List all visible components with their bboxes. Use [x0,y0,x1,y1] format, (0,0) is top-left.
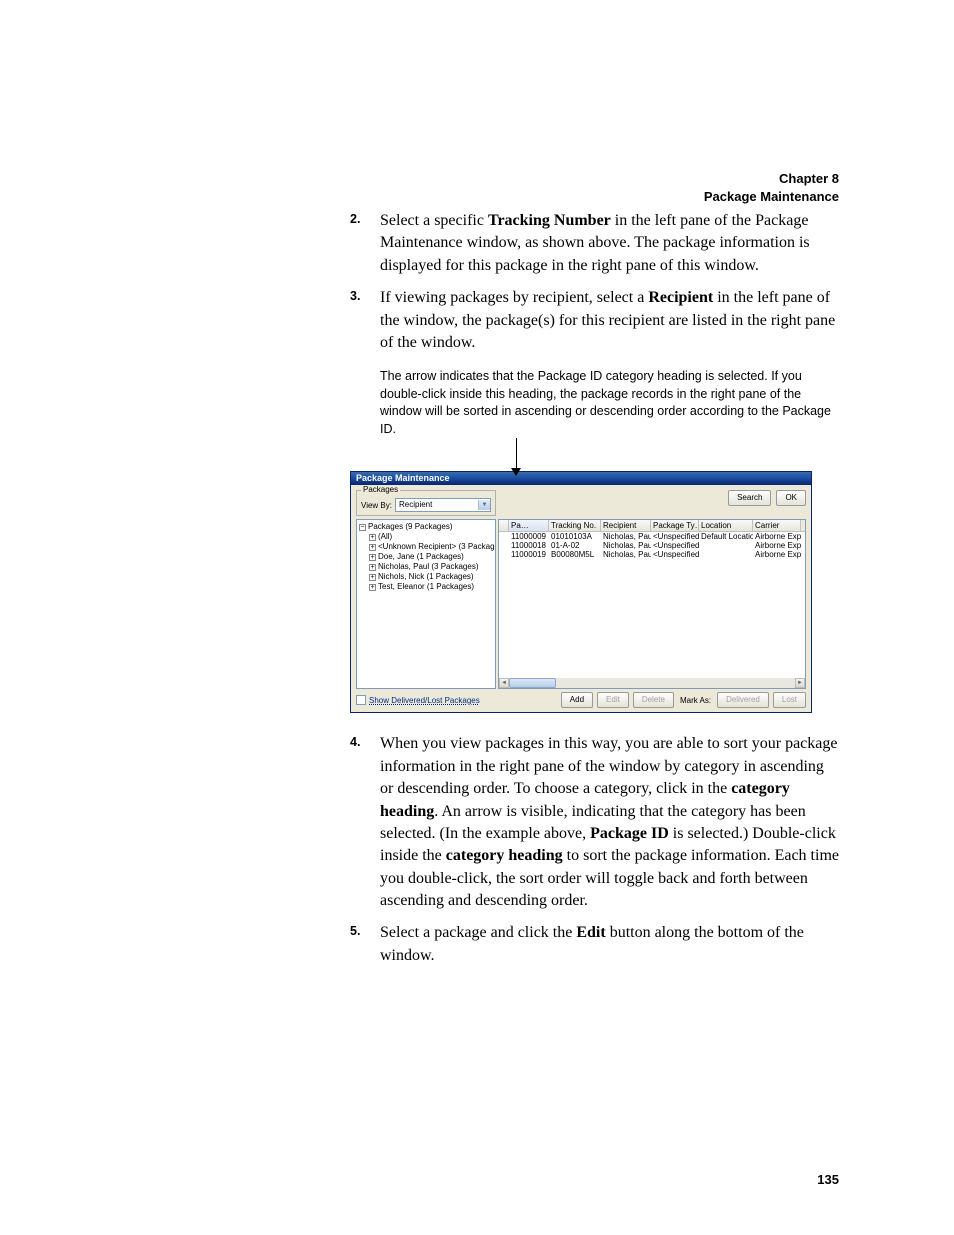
arrow-down-icon [511,468,521,476]
chevron-down-icon[interactable]: ▼ [478,500,490,510]
delivered-button[interactable]: Delivered [717,692,769,708]
viewby-label: View By: [361,501,392,510]
step-num: 2. [350,211,360,229]
table-row[interactable]: 1100001801-A-02Nicholas, Paul<Unspecifie… [499,541,805,550]
step-num: 4. [350,734,360,752]
markas-label: Mark As: [680,696,711,705]
step-3: 3. If viewing packages by recipient, sel… [350,287,839,354]
scroll-thumb[interactable] [509,678,556,688]
horizontal-scrollbar[interactable]: ◄ ► [499,678,805,688]
collapse-icon[interactable]: − [359,524,366,531]
tree-item[interactable]: +Nichols, Nick (1 Packages) [359,572,493,582]
step-2-text: Select a specific Tracking Number in the… [380,212,810,274]
step-5: 5. Select a package and click the Edit b… [350,922,839,967]
page-header: Chapter 8 Package Maintenance [704,170,839,205]
scroll-right-icon[interactable]: ► [795,678,805,688]
table-row[interactable]: 11000019B00080M5LNicholas, Paul<Unspecif… [499,550,805,559]
step-4-text: When you view packages in this way, you … [380,735,839,909]
package-tree[interactable]: −Packages (9 Packages) +(All) +<Unknown … [356,519,496,689]
col-package-type[interactable]: Package Ty… [651,520,699,531]
col-tracking-no[interactable]: Tracking No. [549,520,601,531]
package-grid[interactable]: Pa… Tracking No. Recipient Package Ty… L… [498,519,806,689]
step-2: 2. Select a specific Tracking Number in … [350,210,839,277]
chapter-label: Chapter 8 [704,170,839,188]
delete-button[interactable]: Delete [633,692,674,708]
tree-item[interactable]: +Nicholas, Paul (3 Packages) [359,562,493,572]
expand-icon[interactable]: + [369,554,376,561]
col-indicator[interactable] [499,520,509,531]
viewby-value: Recipient [399,499,432,511]
ok-button[interactable]: OK [776,490,806,506]
show-delivered-label[interactable]: Show Delivered/Lost Packages [369,696,480,705]
tree-item[interactable]: +<Unknown Recipient> (3 Packages) [359,542,493,552]
expand-icon[interactable]: + [369,574,376,581]
package-maintenance-window: Package Maintenance Packages View By: Re… [350,471,812,713]
expand-icon[interactable]: + [369,534,376,541]
tree-root[interactable]: −Packages (9 Packages) [359,522,493,532]
step-5-text: Select a package and click the Edit butt… [380,924,804,963]
col-carrier[interactable]: Carrier [753,520,801,531]
body-content: 2. Select a specific Tracking Number in … [350,210,839,967]
add-button[interactable]: Add [561,692,593,708]
lost-button[interactable]: Lost [773,692,806,708]
edit-button[interactable]: Edit [597,692,629,708]
grid-header: Pa… Tracking No. Recipient Package Ty… L… [499,520,805,532]
tree-item[interactable]: +Test, Eleanor (1 Packages) [359,582,493,592]
step-num: 5. [350,923,360,941]
page-number: 135 [817,1172,839,1187]
callout-arrow [380,444,839,474]
groupbox-legend: Packages [361,485,400,494]
checkbox-icon[interactable] [356,695,366,705]
scroll-left-icon[interactable]: ◄ [499,678,509,688]
col-package-id[interactable]: Pa… [509,520,549,531]
tree-item[interactable]: +Doe, Jane (1 Packages) [359,552,493,562]
expand-icon[interactable]: + [369,564,376,571]
step-3-text: If viewing packages by recipient, select… [380,289,835,351]
chapter-title: Package Maintenance [704,188,839,206]
col-location[interactable]: Location [699,520,753,531]
expand-icon[interactable]: + [369,544,376,551]
step-4: 4. When you view packages in this way, y… [350,733,839,912]
col-recipient[interactable]: Recipient [601,520,651,531]
figure-caption: The arrow indicates that the Package ID … [380,368,839,438]
step-num: 3. [350,288,360,306]
tree-item[interactable]: +(All) [359,532,493,542]
show-delivered-checkbox[interactable]: Show Delivered/Lost Packages [356,695,480,705]
expand-icon[interactable]: + [369,584,376,591]
table-row[interactable]: 1100000901010103ANicholas, Paul<Unspecif… [499,532,805,541]
packages-groupbox: Packages View By: Recipient ▼ [356,490,496,516]
window-title: Package Maintenance [356,473,450,483]
search-button[interactable]: Search [728,490,771,506]
viewby-combo[interactable]: Recipient ▼ [395,498,491,512]
